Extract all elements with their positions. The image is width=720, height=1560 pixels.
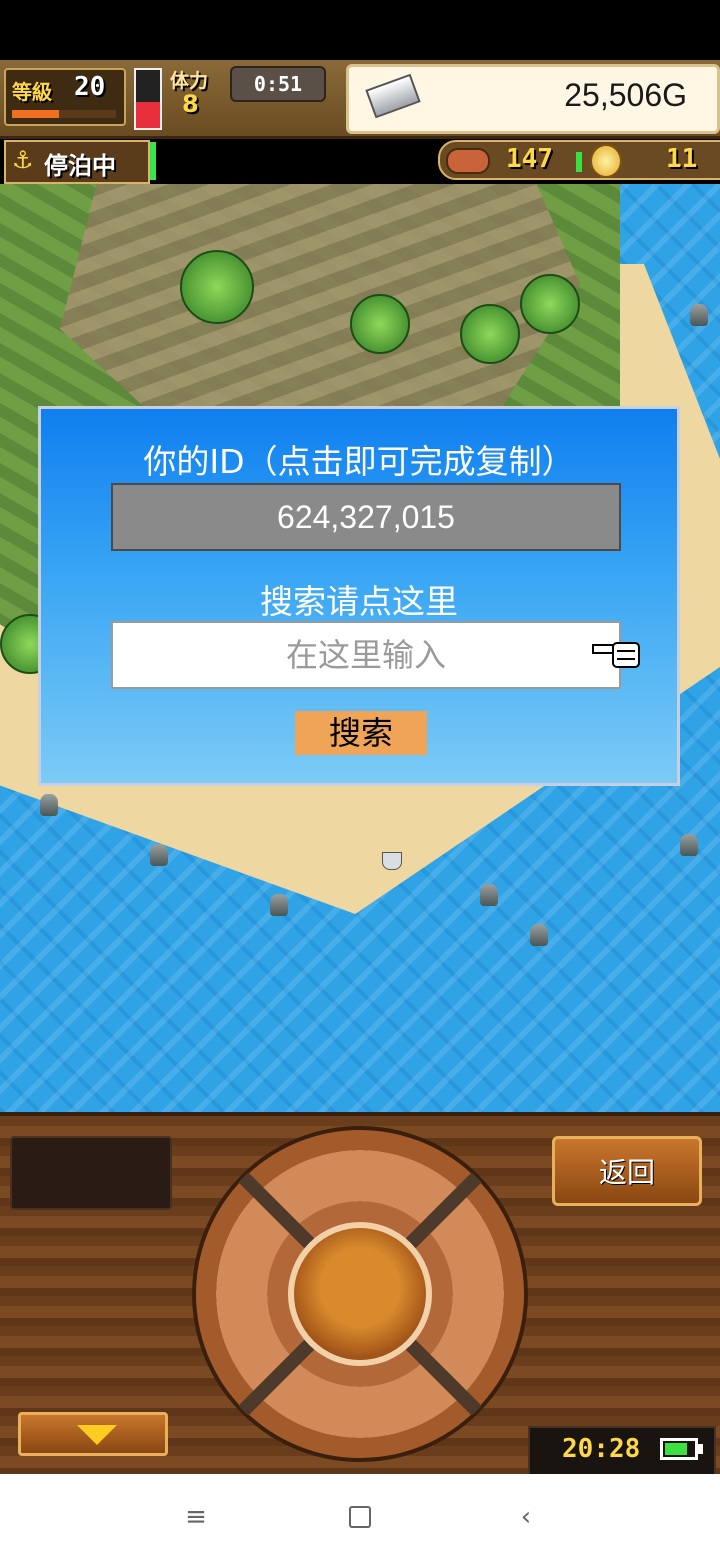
sea-rock-icon (150, 844, 168, 866)
battery-level-fill (665, 1443, 687, 1455)
home-button[interactable] (330, 1494, 390, 1540)
sea-rock-icon (530, 924, 548, 946)
money-panel[interactable]: 25,506G (346, 64, 720, 134)
sea-rock-icon (680, 834, 698, 856)
back-button[interactable]: 返回 (552, 1136, 702, 1206)
control-panel: 返回 20:28 (0, 1112, 720, 1478)
expand-menu-button[interactable] (18, 1412, 168, 1456)
sea-rock-icon (690, 304, 708, 326)
level-badge[interactable]: 等級 20 (4, 68, 126, 126)
clock-display: 20:28 (528, 1426, 716, 1476)
search-input[interactable] (111, 621, 621, 689)
xp-bar (12, 110, 116, 118)
sea-rock-icon (40, 794, 58, 816)
anchor-icon: ⚓ (12, 146, 34, 174)
empty-slot (10, 1136, 172, 1210)
player-id-copy-box[interactable]: 624,327,015 (111, 483, 621, 551)
coin-count: 11 (666, 144, 698, 174)
tree-icon (520, 274, 580, 334)
battery-cap (698, 1444, 703, 1454)
level-label: 等級 (12, 80, 52, 104)
battery-icon (660, 1438, 698, 1460)
pointing-hand-icon (592, 642, 640, 668)
food-count: 147 (506, 144, 553, 174)
tree-icon (350, 294, 410, 354)
tree-icon (180, 250, 254, 324)
boat-icon[interactable] (382, 852, 402, 870)
system-nav-bar: ≡ ‹ (0, 1474, 720, 1560)
anchored-status-label: 停泊中 (44, 152, 116, 180)
clock-time: 20:28 (562, 1434, 641, 1464)
resource-bar[interactable]: 147 11 (438, 140, 720, 180)
stamina-gauge-fill (136, 101, 160, 128)
status-bar (0, 0, 720, 60)
food-icon (446, 148, 490, 174)
sea-rock-icon (270, 894, 288, 916)
stamina-value: 8 (182, 90, 199, 118)
id-search-dialog: 你的ID（点击即可完成复制） 624,327,015 搜索请点这里 搜索 (38, 406, 680, 786)
menu-icon[interactable]: ≡ (166, 1494, 226, 1540)
stamina-label: 体力 (170, 70, 209, 92)
level-value: 20 (74, 72, 106, 102)
food-indicator (576, 152, 582, 172)
anchored-status-badge[interactable]: ⚓ 停泊中 (4, 140, 150, 184)
dpad-center-button[interactable] (288, 1222, 432, 1366)
money-value: 25,506G (564, 77, 687, 113)
top-hud: 等級 20 体力 8 0:51 25,506G (0, 60, 720, 139)
sea-rock-icon (480, 884, 498, 906)
stamina-timer: 0:51 (230, 66, 326, 102)
home-square-icon (349, 1506, 371, 1528)
down-arrow-icon (77, 1425, 117, 1445)
back-chevron-icon[interactable]: ‹ (496, 1494, 556, 1540)
silver-ingot-icon (365, 73, 421, 119)
xp-bar-fill (12, 110, 59, 118)
secondary-hud: ⚓ 停泊中 147 11 (0, 136, 720, 184)
search-button[interactable]: 搜索 (295, 711, 427, 755)
gold-coin-icon (590, 144, 622, 178)
dialog-title: 你的ID（点击即可完成复制） (143, 442, 575, 481)
search-label: 搜索请点这里 (260, 582, 458, 621)
status-indicator (150, 142, 156, 180)
stamina-gauge (134, 68, 162, 130)
tree-icon (460, 304, 520, 364)
